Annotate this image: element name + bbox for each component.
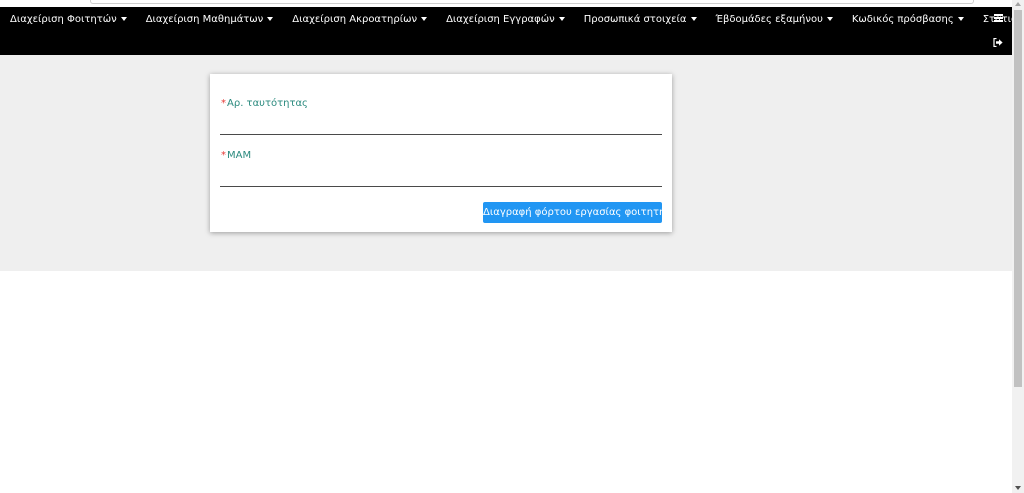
nav-item-students[interactable]: Διαχείριση Φοιτητών: [10, 14, 127, 25]
scroll-up-arrow-icon[interactable]: [1015, 2, 1021, 6]
nav-item-label: Κωδικός πρόσβασης: [851, 13, 954, 25]
nav-item-lecture-halls[interactable]: Διαχείριση Ακροατηρίων: [292, 13, 428, 25]
caret-down-icon: [690, 17, 697, 21]
nav-item-label: Διαχείριση Μαθημάτων: [145, 13, 264, 25]
mam-label: *ΜΑΜ: [221, 150, 251, 161]
nav-item-enrollments[interactable]: Διαχείριση Εγγραφών: [446, 14, 565, 25]
page: Διαχείριση Φοιτητών Διαχείριση Μαθημάτων…: [0, 0, 1024, 493]
hamburger-icon[interactable]: [994, 14, 1003, 22]
nav-item-password[interactable]: Κωδικός πρόσβασης: [852, 14, 964, 25]
delete-workload-button[interactable]: Διαγραφή φόρτου εργασίας φοιτητή: [483, 202, 665, 223]
id-number-input[interactable]: [220, 117, 662, 135]
delete-workload-form-card: *Αρ. ταυτότητας *ΜΑΜ Διαγραφή φόρτου εργ…: [210, 74, 672, 232]
navbar: Διαχείριση Φοιτητών Διαχείριση Μαθημάτων…: [0, 7, 1024, 55]
sign-out-icon[interactable]: [993, 38, 1003, 47]
nav-item-label: Έβδομάδες εξαμήνου: [715, 13, 823, 25]
mam-input[interactable]: [220, 169, 662, 187]
caret-down-icon: [120, 17, 127, 21]
caret-down-icon: [267, 17, 274, 21]
mam-label-text: ΜΑΜ: [227, 150, 252, 161]
caret-down-icon: [957, 17, 964, 21]
vertical-scrollbar[interactable]: [1012, 0, 1024, 493]
id-number-label-text: Αρ. ταυτότητας: [227, 98, 308, 109]
nav-item-label: Διαχείριση Φοιτητών: [10, 13, 117, 25]
browser-top-strip: [0, 0, 1012, 7]
caret-down-icon: [826, 17, 833, 21]
nav-item-personal-info[interactable]: Προσωπικά στοιχεία: [584, 14, 697, 25]
caret-down-icon: [421, 17, 428, 21]
caret-down-icon: [558, 17, 565, 21]
nav-item-label: Διαχείριση Εγγραφών: [446, 13, 555, 25]
scrollbar-thumb[interactable]: [1014, 10, 1022, 387]
address-bar-edge: [90, 0, 974, 4]
nav-item-courses[interactable]: Διαχείριση Μαθημάτων: [146, 14, 274, 25]
scroll-down-arrow-icon[interactable]: [1015, 486, 1021, 490]
main-content: *Αρ. ταυτότητας *ΜΑΜ Διαγραφή φόρτου εργ…: [0, 55, 1012, 271]
nav-item-label: Προσωπικά στοιχεία: [583, 13, 687, 25]
nav-menu: Διαχείριση Φοιτητών Διαχείριση Μαθημάτων…: [0, 7, 1024, 31]
id-number-label: *Αρ. ταυτότητας: [221, 98, 308, 109]
required-asterisk: *: [221, 150, 226, 161]
nav-item-label: Διαχείριση Ακροατηρίων: [292, 13, 418, 25]
nav-item-semester-weeks[interactable]: Έβδομάδες εξαμήνου: [716, 14, 833, 25]
required-asterisk: *: [221, 98, 226, 109]
